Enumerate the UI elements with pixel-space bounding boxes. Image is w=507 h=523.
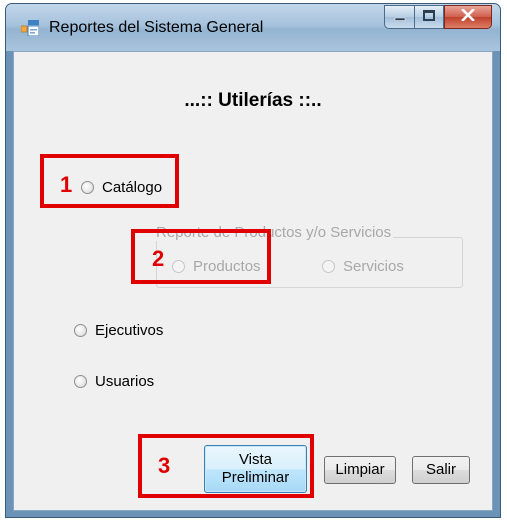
radio-circle[interactable]: [322, 260, 335, 273]
title-bar[interactable]: Reportes del Sistema General: [6, 4, 500, 51]
annotation-label-2: 2: [152, 246, 165, 271]
form-app-icon: [20, 20, 40, 37]
close-icon: [461, 8, 475, 26]
annotation-label-3: 3: [158, 453, 171, 478]
radio-servicios[interactable]: Servicios: [322, 258, 404, 275]
page-title: ...:: Utilerías ::..: [184, 90, 322, 111]
radio-ejecutivos-label: Ejecutivos: [95, 322, 164, 339]
annotation-label-1: 1: [60, 172, 73, 197]
maximize-button[interactable]: [414, 5, 444, 29]
caption-buttons: [384, 5, 492, 29]
window-title: Reportes del Sistema General: [49, 19, 264, 36]
salir-button[interactable]: Salir: [412, 456, 470, 484]
limpiar-button[interactable]: Limpiar: [324, 456, 396, 484]
radio-usuarios[interactable]: Usuarios: [74, 373, 154, 390]
radio-servicios-label: Servicios: [343, 258, 404, 275]
close-button[interactable]: [444, 5, 492, 29]
radio-usuarios-label: Usuarios: [95, 373, 155, 390]
radio-ejecutivos[interactable]: Ejecutivos: [74, 322, 163, 339]
maximize-icon: [423, 8, 435, 26]
minimize-button[interactable]: [384, 5, 414, 29]
radio-circle[interactable]: [74, 375, 87, 388]
minimize-icon: [394, 8, 406, 26]
radio-circle[interactable]: [74, 324, 87, 337]
